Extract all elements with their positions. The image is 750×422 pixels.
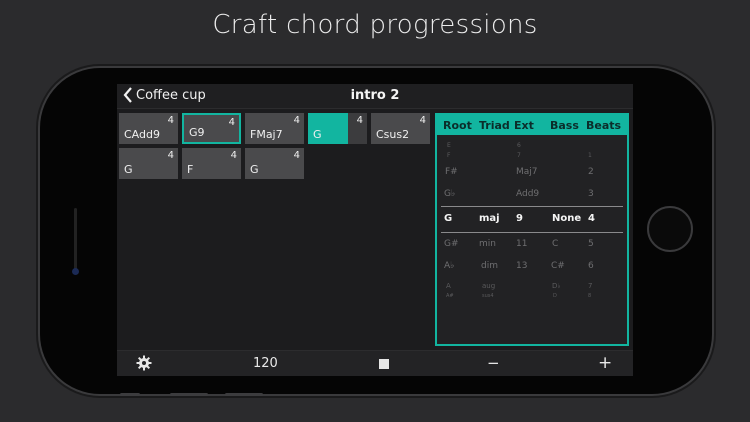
triad-selected[interactable]: maj	[479, 213, 500, 224]
chord-tile-selected[interactable]: 4 G9	[182, 113, 241, 144]
chord-name: G	[250, 163, 259, 176]
picker-header: Root Triad Ext Bass Beats	[437, 115, 627, 135]
root-option[interactable]: F#	[445, 167, 458, 177]
root-option[interactable]: G♭	[444, 189, 455, 199]
remove-chord-button[interactable]: −	[487, 354, 500, 372]
beats-option[interactable]: 6	[588, 261, 594, 271]
ext-option[interactable]: Add9	[516, 189, 539, 199]
bass-option[interactable]: C	[552, 239, 558, 249]
ext-option[interactable]: 13	[516, 261, 527, 271]
add-chord-button[interactable]: +	[598, 353, 612, 373]
header-beats: Beats	[586, 119, 622, 132]
volume-button[interactable]	[120, 393, 140, 396]
chord-tile[interactable]: 4 G	[245, 148, 304, 179]
stop-icon	[379, 359, 389, 369]
back-label: Coffee cup	[136, 87, 206, 103]
chord-tile-playing[interactable]: 4 G	[308, 113, 367, 144]
bass-selected[interactable]: None	[552, 213, 581, 224]
ext-option[interactable]: Maj7	[516, 167, 538, 177]
speaker	[74, 208, 77, 270]
chord-beats: 4	[167, 150, 174, 161]
triad-option[interactable]: min	[479, 239, 496, 249]
root-option[interactable]: F	[447, 152, 450, 159]
home-button[interactable]	[647, 206, 693, 252]
root-option[interactable]: A	[446, 282, 451, 290]
bass-option[interactable]: C#	[551, 261, 565, 271]
headline: Craft chord progressions	[212, 10, 538, 40]
app-screen: Coffee cup intro 2 4 CAdd9 4 G9 4 FMaj7 …	[117, 84, 633, 376]
beats-option[interactable]: 7	[588, 282, 592, 290]
triad-option[interactable]: aug	[482, 282, 495, 290]
chord-name: Csus2	[376, 128, 410, 141]
triad-option[interactable]: dim	[481, 261, 498, 271]
volume-button[interactable]	[225, 393, 263, 396]
root-selected[interactable]: G	[444, 213, 452, 224]
volume-button[interactable]	[170, 393, 208, 396]
front-camera	[72, 268, 79, 275]
chord-beats: 4	[419, 115, 426, 126]
settings-button[interactable]	[136, 355, 152, 375]
chord-tile[interactable]: 4 G	[119, 148, 178, 179]
gear-icon	[136, 355, 152, 371]
chord-tile[interactable]: 4 Csus2	[371, 113, 430, 144]
ext-option[interactable]: 6	[517, 142, 521, 149]
chord-beats: 4	[167, 115, 174, 126]
chord-beats: 4	[356, 115, 363, 126]
chord-name: G	[124, 163, 133, 176]
bottom-toolbar: 120 − +	[117, 350, 633, 376]
bass-option[interactable]: D	[553, 293, 557, 299]
header-root: Root	[443, 119, 472, 132]
page-title: intro 2	[350, 88, 400, 103]
beats-option[interactable]: 2	[588, 167, 594, 177]
chord-picker[interactable]: Root Triad Ext Bass Beats E 6 F 7 1 F# M…	[435, 113, 629, 346]
chord-beats: 4	[293, 115, 300, 126]
root-option[interactable]: E	[447, 142, 451, 149]
chord-name: FMaj7	[250, 128, 283, 141]
chevron-left-icon	[123, 87, 132, 103]
chord-name: F	[187, 163, 194, 176]
root-option[interactable]: A#	[446, 293, 454, 299]
root-option[interactable]: G#	[444, 239, 459, 249]
chord-name: CAdd9	[124, 128, 160, 141]
chord-name: G9	[189, 126, 205, 139]
chord-beats: 4	[228, 117, 235, 128]
header-bass: Bass	[550, 119, 579, 132]
chord-tile[interactable]: 4 CAdd9	[119, 113, 178, 144]
header-triad: Triad	[479, 119, 510, 132]
beats-option[interactable]: 8	[588, 293, 591, 299]
back-button[interactable]: Coffee cup	[123, 87, 206, 103]
beats-option[interactable]: 3	[588, 189, 594, 199]
nav-bar: Coffee cup intro 2	[117, 84, 633, 109]
ext-option[interactable]: 11	[516, 239, 527, 249]
chord-beats: 4	[293, 150, 300, 161]
stop-button[interactable]	[379, 359, 389, 369]
header-ext: Ext	[514, 119, 534, 132]
chord-beats: 4	[230, 150, 237, 161]
chord-name: G	[313, 128, 322, 141]
tempo-display[interactable]: 120	[253, 356, 278, 371]
bass-option[interactable]: D♭	[552, 282, 561, 290]
beats-selected[interactable]: 4	[588, 213, 595, 224]
root-option[interactable]: A♭	[444, 261, 454, 271]
ext-selected[interactable]: 9	[516, 213, 523, 224]
selection-top-line	[441, 206, 623, 207]
beats-option[interactable]: 5	[588, 239, 594, 249]
chord-tile[interactable]: 4 F	[182, 148, 241, 179]
triad-option[interactable]: sus4	[482, 293, 494, 299]
chord-tile[interactable]: 4 FMaj7	[245, 113, 304, 144]
ext-option[interactable]: 7	[517, 152, 521, 159]
beats-option[interactable]: 1	[588, 152, 592, 159]
selection-bottom-line	[441, 232, 623, 233]
